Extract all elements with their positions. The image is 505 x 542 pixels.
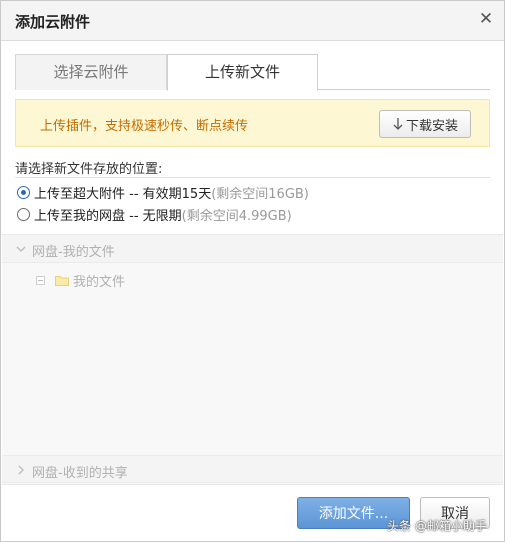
location-divider xyxy=(15,177,490,178)
dialog-titlebar: 添加云附件 ✕ xyxy=(1,1,504,41)
radio-super-attachment[interactable] xyxy=(17,185,30,199)
download-install-button[interactable]: 下载安装 xyxy=(379,110,471,138)
folder-icon xyxy=(55,275,69,286)
chevron-down-icon xyxy=(16,244,26,254)
tab-bar: 选择云附件 上传新文件 xyxy=(15,54,490,91)
dialog-title: 添加云附件 xyxy=(15,13,91,31)
option-my-netdisk-label: 上传至我的网盘 -- 无限期 xyxy=(34,208,182,224)
footer-divider xyxy=(2,484,503,485)
option-my-netdisk-space: (剩余空间4.99GB) xyxy=(181,208,292,224)
add-cloud-attachment-dialog: 添加云附件 ✕ 选择云附件 上传新文件 上传插件，支持极速秒传、断点续传 下载安… xyxy=(0,0,505,542)
option-super-attachment-label: 上传至超大附件 -- 有效期15天 xyxy=(34,186,212,202)
location-label: 请选择新文件存放的位置: xyxy=(15,162,163,177)
tree-section-shared[interactable]: 网盘-收到的共享 xyxy=(2,455,503,483)
download-arrow-icon xyxy=(393,118,403,130)
tab-upload-new-file[interactable]: 上传新文件 xyxy=(167,54,318,91)
option-super-attachment[interactable]: 上传至超大附件 -- 有效期15天 (剩余空间16GB) xyxy=(17,183,309,202)
tree-section-shared-label: 网盘-收到的共享 xyxy=(32,466,128,481)
tree-section-my-files[interactable]: 网盘-我的文件 xyxy=(2,235,503,263)
tree-folder-my-files[interactable]: 我的文件 xyxy=(36,271,126,290)
watermark: 头条 @邮箱小助手 xyxy=(387,519,487,533)
chevron-right-icon xyxy=(16,465,26,475)
plugin-notice-text: 上传插件，支持极速秒传、断点续传 xyxy=(40,119,249,134)
tree-folder-my-files-label: 我的文件 xyxy=(73,274,126,290)
tree-section-my-files-label: 网盘-我的文件 xyxy=(32,245,115,260)
option-super-attachment-space: (剩余空间16GB) xyxy=(211,186,309,202)
close-icon[interactable]: ✕ xyxy=(476,9,496,29)
download-install-label: 下载安装 xyxy=(405,118,458,134)
collapse-icon[interactable] xyxy=(36,275,45,285)
radio-my-netdisk[interactable] xyxy=(17,207,30,221)
tab-select-cloud-attachment[interactable]: 选择云附件 xyxy=(15,54,167,90)
plugin-notice: 上传插件，支持极速秒传、断点续传 下载安装 xyxy=(15,99,490,147)
option-my-netdisk[interactable]: 上传至我的网盘 -- 无限期 (剩余空间4.99GB) xyxy=(17,205,292,224)
folder-tree: 网盘-我的文件 我的文件 网盘-收到的共享 xyxy=(2,234,503,484)
